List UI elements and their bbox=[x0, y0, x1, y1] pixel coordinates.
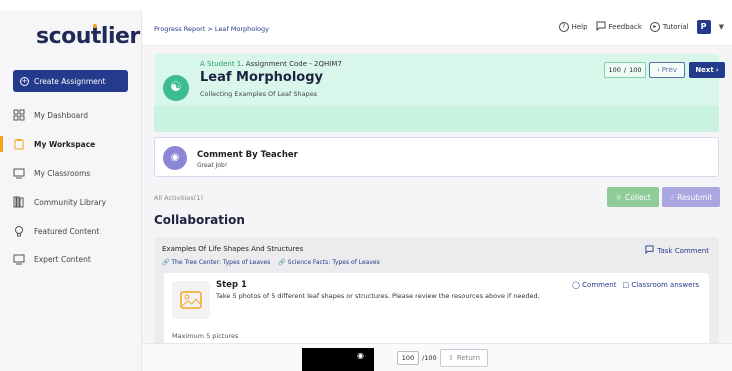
next-button[interactable]: Next › bbox=[689, 62, 725, 78]
section-title: Collaboration bbox=[154, 213, 245, 227]
prev-button[interactable]: ‹ Prev bbox=[649, 62, 685, 78]
speech-bubble-icon: ◉ bbox=[163, 146, 187, 170]
eye-icon[interactable]: ◉ bbox=[357, 351, 364, 360]
step-description: Take 5 photos of 5 different leaf shapes… bbox=[216, 292, 540, 300]
max-pictures-label: Maximum 5 pictures bbox=[172, 332, 239, 340]
resubmit-button[interactable]: ☝ Resubmit bbox=[662, 187, 720, 207]
logo-dot bbox=[93, 24, 97, 28]
feedback-label: Feedback bbox=[608, 23, 642, 31]
step-title: Step 1 bbox=[216, 280, 247, 290]
resource-links: 🔗 The Tree Center: Types of Leaves 🔗 Sci… bbox=[162, 259, 380, 266]
sidebar-item-workspace[interactable]: My Workspace bbox=[12, 136, 95, 152]
task-title: Examples Of Life Shapes And Structures bbox=[162, 245, 304, 253]
assignment-banner: ☯ A Student 1. Assignment Code - 2QHIM7 … bbox=[154, 54, 725, 132]
sidebar-item-expert-content[interactable]: Expert Content bbox=[12, 251, 91, 267]
score-total: 100 bbox=[629, 66, 642, 74]
feedback-link[interactable]: Feedback bbox=[596, 21, 642, 33]
prev-label: Prev bbox=[661, 66, 678, 74]
upload-icon: ⇧ bbox=[447, 354, 454, 362]
classroom-icon bbox=[12, 166, 26, 180]
top-strip bbox=[0, 0, 732, 10]
score-value: 100 bbox=[608, 66, 621, 74]
chat-icon bbox=[596, 21, 606, 33]
library-icon bbox=[12, 195, 26, 209]
resource-link[interactable]: 🔗 The Tree Center: Types of Leaves bbox=[162, 259, 270, 266]
score-display: 100 / 100 bbox=[604, 62, 646, 78]
classroom-answers-label: Classroom answers bbox=[631, 281, 699, 289]
sidebar-item-label: My Dashboard bbox=[34, 110, 88, 120]
help-icon: ? bbox=[558, 22, 569, 32]
assignment-title: Leaf Morphology bbox=[200, 70, 323, 85]
main-content: ☯ A Student 1. Assignment Code - 2QHIM7 … bbox=[142, 46, 732, 371]
plus-circle-icon: + bbox=[20, 76, 29, 86]
assignment-code: . Assignment Code - 2QHIM7 bbox=[241, 60, 342, 68]
comment-icon bbox=[645, 245, 654, 256]
active-indicator bbox=[0, 136, 3, 152]
sidebar-item-label: Featured Content bbox=[34, 226, 100, 236]
sidebar-item-classrooms[interactable]: My Classrooms bbox=[12, 165, 90, 181]
bulb-icon bbox=[12, 224, 26, 238]
help-label: Help bbox=[571, 23, 588, 31]
tutorial-label: Tutorial bbox=[662, 23, 689, 31]
resource-link-label: The Tree Center: Types of Leaves bbox=[171, 259, 271, 266]
dashboard-icon bbox=[12, 108, 26, 122]
bottom-bar: ◉ 100 /100 ⇧ Return bbox=[142, 343, 732, 371]
step-comment-label: Comment bbox=[582, 281, 617, 289]
create-assignment-button[interactable]: + Create Assignment bbox=[13, 70, 128, 92]
next-label: Next bbox=[695, 66, 714, 74]
video-preview[interactable]: ◉ bbox=[302, 348, 374, 371]
help-link[interactable]: ? Help bbox=[558, 22, 588, 32]
header-actions: ? Help Feedback ▸ Tutorial P ▼ bbox=[558, 20, 724, 34]
resubmit-label: Resubmit bbox=[677, 192, 713, 202]
chevron-right-icon: › bbox=[715, 66, 719, 74]
collect-button[interactable]: ☼ Collect bbox=[607, 187, 659, 207]
assignment-subtitle: Collecting Examples Of Leaf Shapes bbox=[200, 90, 318, 98]
top-header: Progress Report > Leaf Morphology ? Help… bbox=[142, 10, 732, 46]
chevron-down-icon[interactable]: ▼ bbox=[719, 23, 724, 31]
step-actions: ◯ Comment □ Classroom answers bbox=[572, 281, 699, 289]
student-name[interactable]: A Student 1 bbox=[200, 60, 241, 68]
image-icon bbox=[172, 281, 210, 319]
sidebar-item-featured-content[interactable]: Featured Content bbox=[12, 223, 99, 239]
comment-title: Comment By Teacher bbox=[197, 150, 298, 160]
step-comment-button[interactable]: ◯ Comment bbox=[572, 281, 616, 289]
task-comment-button[interactable]: Task Comment bbox=[645, 245, 709, 256]
breadcrumb[interactable]: Progress Report > Leaf Morphology bbox=[154, 25, 269, 33]
play-icon: ▸ bbox=[649, 22, 660, 32]
task-comment-label: Task Comment bbox=[657, 246, 709, 255]
banner-lower bbox=[154, 106, 719, 132]
chevron-left-icon: ‹ bbox=[656, 66, 660, 74]
teacher-comment-card: ◉ Comment By Teacher Great Job! bbox=[154, 137, 719, 177]
score-total: /100 bbox=[422, 354, 437, 362]
app-logo[interactable]: scoutlier bbox=[36, 24, 140, 49]
sidebar-item-label: Expert Content bbox=[34, 254, 91, 264]
sidebar-item-label: Community Library bbox=[34, 197, 107, 207]
create-assignment-label: Create Assignment bbox=[34, 76, 106, 86]
resource-link-label: Science Facts: Types of Leaves bbox=[287, 259, 380, 266]
tutorial-link[interactable]: ▸ Tutorial bbox=[649, 22, 689, 32]
sidebar: scoutlier + Create Assignment My Dashboa… bbox=[0, 10, 142, 371]
leaf-group-icon: ☯ bbox=[163, 75, 189, 101]
avatar[interactable]: P bbox=[696, 20, 711, 34]
assignment-meta: A Student 1. Assignment Code - 2QHIM7 bbox=[200, 60, 342, 68]
sidebar-item-community-library[interactable]: Community Library bbox=[12, 194, 106, 210]
return-button[interactable]: ⇧ Return bbox=[440, 349, 488, 367]
return-label: Return bbox=[456, 354, 481, 362]
score-separator: / bbox=[623, 66, 627, 74]
all-activities-label: All Activities(1) bbox=[154, 194, 203, 202]
score-input[interactable]: 100 bbox=[397, 351, 419, 365]
sidebar-item-dashboard[interactable]: My Dashboard bbox=[12, 107, 88, 123]
resource-link[interactable]: 🔗 Science Facts: Types of Leaves bbox=[278, 259, 379, 266]
collect-icon: ☼ bbox=[615, 192, 623, 202]
clipboard-icon bbox=[12, 137, 26, 151]
bottom-score: 100 /100 bbox=[397, 351, 437, 365]
thumbs-up-icon: ☝ bbox=[669, 192, 675, 202]
sidebar-item-label: My Classrooms bbox=[34, 168, 91, 178]
classroom-answers-button[interactable]: □ Classroom answers bbox=[622, 281, 699, 289]
sidebar-item-label: My Workspace bbox=[34, 139, 96, 149]
expert-icon bbox=[12, 252, 26, 266]
collect-label: Collect bbox=[625, 192, 651, 202]
comment-text: Great Job! bbox=[197, 162, 228, 169]
